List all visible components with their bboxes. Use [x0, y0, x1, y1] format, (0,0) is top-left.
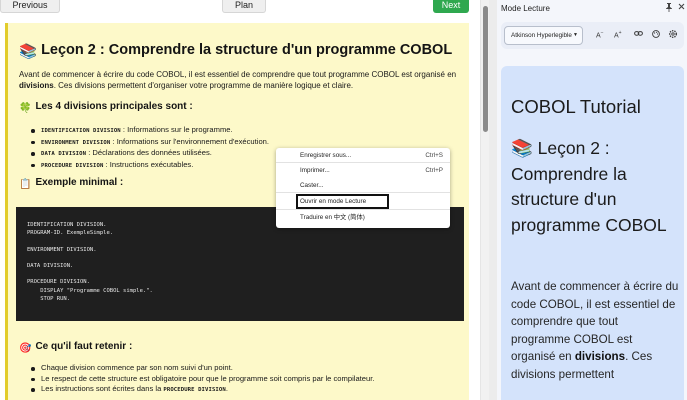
page-scrollbar[interactable]: [480, 0, 489, 400]
palette-icon[interactable]: [652, 30, 660, 40]
shortcut-label: Ctrl+P: [425, 167, 443, 174]
scrollbar-thumb[interactable]: [483, 6, 488, 132]
font-select[interactable]: Atkinson Hyperlegible ▼: [504, 26, 583, 45]
menu-item-save-as[interactable]: Enregistrer sous... Ctrl+S: [276, 150, 450, 161]
clover-icon: 🍀: [19, 103, 32, 114]
panel-divider[interactable]: [489, 0, 497, 400]
increase-font-icon[interactable]: A+: [614, 30, 622, 39]
list-item: IDENTIFICATION DIVISION : Informations s…: [30, 125, 269, 137]
divisions-heading: 🍀 Les 4 divisions principales sont :: [19, 101, 193, 114]
reading-heading: 📚 Leçon 2 : Comprendre la structure d'un…: [511, 138, 667, 235]
example-heading: 📋 Exemple minimal :: [19, 177, 124, 190]
remember-heading: 🎯 Ce qu'il faut retenir :: [19, 341, 133, 354]
list-item: Le respect de cette structure est obliga…: [30, 374, 374, 385]
clipboard-icon: 📋: [19, 179, 32, 190]
reading-doc-title: COBOL Tutorial: [511, 96, 641, 117]
books-icon: 📚: [511, 138, 533, 158]
screen: Previous Plan Next 📚 Leçon 2 : Comprendre…: [0, 0, 687, 400]
link-icon[interactable]: [634, 30, 643, 39]
context-menu: Enregistrer sous... Ctrl+S Imprimer... C…: [276, 148, 450, 228]
lesson-page: Previous Plan Next 📚 Leçon 2 : Comprendre…: [0, 0, 480, 400]
previous-button[interactable]: Previous: [0, 0, 60, 13]
list-item: PROCEDURE DIVISION : Instructions exécut…: [30, 160, 269, 172]
shortcut-label: Ctrl+S: [425, 152, 443, 159]
decrease-font-icon[interactable]: A−: [596, 30, 604, 39]
plan-button[interactable]: Plan: [222, 0, 266, 13]
menu-item-cast[interactable]: Caster...: [276, 180, 450, 191]
lesson-title: 📚 Leçon 2 : Comprendre la structure d'un …: [19, 42, 453, 60]
panel-title: Mode Lecture: [501, 4, 550, 13]
list-item: ENVIRONMENT DIVISION : Informations sur …: [30, 137, 269, 149]
reading-paragraph: Avant de commencer à écrire du code COBO…: [511, 280, 679, 381]
settings-icon[interactable]: [669, 30, 677, 40]
target-icon: 🎯: [19, 343, 32, 354]
list-item: Les instructions sont écrites dans la PR…: [30, 384, 374, 396]
list-item: DATA DIVISION : Déclarations des données…: [30, 148, 269, 160]
pin-icon[interactable]: [665, 3, 673, 14]
list-item: Chaque division commence par son nom sui…: [30, 363, 374, 374]
remember-list: Chaque division commence par son nom sui…: [30, 363, 374, 396]
lesson-intro: Avant de commencer à écrire du code COBO…: [19, 70, 457, 90]
menu-divider: [276, 209, 450, 210]
menu-item-translate[interactable]: Traduire en 中文 (简体): [276, 212, 450, 223]
divisions-list: IDENTIFICATION DIVISION : Informations s…: [30, 125, 269, 171]
menu-divider: [276, 162, 450, 163]
menu-item-print[interactable]: Imprimer... Ctrl+P: [276, 165, 450, 176]
books-icon: 📚: [19, 44, 38, 60]
close-icon[interactable]: [678, 3, 685, 12]
menu-divider: [276, 192, 450, 193]
reading-toolbar: Atkinson Hyperlegible ▼ A− A+: [501, 22, 684, 49]
next-button[interactable]: Next: [433, 0, 469, 13]
reading-mode-panel: Mode Lecture Atkinson Hyperlegible ▼ A− A…: [497, 0, 687, 400]
highlight-box: [296, 194, 389, 209]
chevron-down-icon: ▼: [573, 32, 578, 38]
reading-content: COBOL Tutorial 📚 Leçon 2 : Comprendre la…: [501, 66, 684, 400]
code-text: IDENTIFICATION DIVISION. PROGRAM-ID. Exe…: [27, 222, 153, 302]
